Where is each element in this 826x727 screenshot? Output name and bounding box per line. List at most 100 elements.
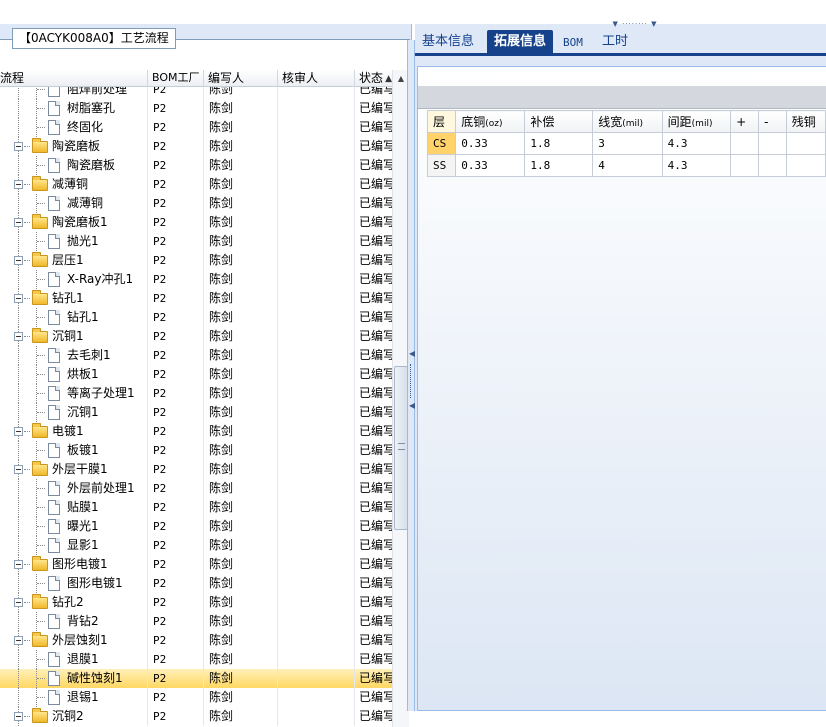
tree-folder-row[interactable]: 钻孔1 P2 陈剑 已编写 <box>0 289 392 308</box>
tree-node-cell[interactable]: 退膜1 <box>0 650 148 669</box>
layer-cell-plus[interactable] <box>730 132 760 155</box>
layer-row[interactable]: SS 0.33 1.8 4 4.3 <box>426 154 826 177</box>
tree-node-cell[interactable]: X-Ray冲孔1 <box>0 270 148 289</box>
tree-step-row[interactable]: 曝光1 P2 陈剑 已编写 <box>0 517 392 536</box>
tree-node-cell[interactable]: 背钻2 <box>0 612 148 631</box>
table-column-header[interactable]: 层 <box>426 110 457 133</box>
tree-folder-row[interactable]: 沉铜2 P2 陈剑 已编写 <box>0 707 392 726</box>
tree-node-cell[interactable]: 钻孔1 <box>0 289 148 308</box>
tree-node-cell[interactable]: 外层干膜1 <box>0 460 148 479</box>
tree-folder-row[interactable]: 沉铜1 P2 陈剑 已编写 <box>0 327 392 346</box>
tree-step-row[interactable]: 图形电镀1 P2 陈剑 已编写 <box>0 574 392 593</box>
collapse-toggle-icon[interactable] <box>14 465 23 474</box>
column-header-reviewer[interactable]: 核审人 <box>278 70 355 87</box>
tree-step-row[interactable]: 贴膜1 P2 陈剑 已编写 <box>0 498 392 517</box>
tree-folder-row[interactable]: 陶瓷磨板1 P2 陈剑 已编写 <box>0 213 392 232</box>
collapse-toggle-icon[interactable] <box>14 180 23 189</box>
tree-node-cell[interactable]: 减薄铜 <box>0 194 148 213</box>
layer-cell-layer[interactable]: CS <box>426 132 457 155</box>
tree-step-row[interactable]: 陶瓷磨板 P2 陈剑 已编写 <box>0 156 392 175</box>
tree-folder-row[interactable]: 外层干膜1 P2 陈剑 已编写 <box>0 460 392 479</box>
collapse-toggle-icon[interactable] <box>14 598 23 607</box>
tree-step-row[interactable]: 退锡1 P2 陈剑 已编写 <box>0 688 392 707</box>
tree-node-cell[interactable]: 电镀1 <box>0 422 148 441</box>
tab-bom[interactable]: BOM <box>556 31 590 54</box>
tree-step-row[interactable]: 退膜1 P2 陈剑 已编写 <box>0 650 392 669</box>
collapse-toggle-icon[interactable] <box>14 218 23 227</box>
panel-splitter[interactable]: ◀ ◀ <box>407 40 415 711</box>
layer-cell-plus[interactable] <box>730 154 760 177</box>
splitter-handle[interactable]: ◀ ◀ <box>409 350 415 454</box>
tab-extended-info[interactable]: 拓展信息 <box>487 30 554 53</box>
tree-node-cell[interactable]: 板镀1 <box>0 441 148 460</box>
layer-cell-base-copper[interactable]: 0.33 <box>455 132 526 155</box>
tree-step-row[interactable]: 阻焊前处理 P2 陈剑 已编写 <box>0 87 392 99</box>
tree-step-row[interactable]: 板镀1 P2 陈剑 已编写 <box>0 441 392 460</box>
table-column-header[interactable]: - <box>758 110 787 133</box>
tree-step-row[interactable]: 去毛刺1 P2 陈剑 已编写 <box>0 346 392 365</box>
tree-step-row[interactable]: 显影1 P2 陈剑 已编写 <box>0 536 392 555</box>
collapse-top-handle-icon[interactable]: ▼ ········ ▼ <box>605 20 665 28</box>
tree-folder-row[interactable]: 电镀1 P2 陈剑 已编写 <box>0 422 392 441</box>
tree-node-cell[interactable]: 陶瓷磨板1 <box>0 213 148 232</box>
tree-node-cell[interactable]: 终固化 <box>0 118 148 137</box>
tree-folder-row[interactable]: 减薄铜 P2 陈剑 已编写 <box>0 175 392 194</box>
table-column-header[interactable]: + <box>730 110 760 133</box>
tree-node-cell[interactable]: 沉铜1 <box>0 403 148 422</box>
collapse-toggle-icon[interactable] <box>14 142 23 151</box>
tree-step-row[interactable]: 终固化 P2 陈剑 已编写 <box>0 118 392 137</box>
collapse-toggle-icon[interactable] <box>14 560 23 569</box>
tree-node-cell[interactable]: 树脂塞孔 <box>0 99 148 118</box>
tree-node-cell[interactable]: 图形电镀1 <box>0 555 148 574</box>
collapse-toggle-icon[interactable] <box>14 332 23 341</box>
layer-cell-spacing[interactable]: 4.3 <box>661 132 732 155</box>
tree-node-cell[interactable]: 沉铜1 <box>0 327 148 346</box>
layer-row[interactable]: CS 0.33 1.8 3 4.3 <box>426 132 826 155</box>
column-header-status[interactable]: 状态 ▲ <box>355 70 392 87</box>
tree-folder-row[interactable]: 外层蚀刻1 P2 陈剑 已编写 <box>0 631 392 650</box>
collapse-toggle-icon[interactable] <box>14 256 23 265</box>
tree-step-row[interactable]: 沉铜1 P2 陈剑 已编写 <box>0 403 392 422</box>
column-header-writer[interactable]: 编写人 <box>204 70 278 87</box>
tree-step-row[interactable]: 减薄铜 P2 陈剑 已编写 <box>0 194 392 213</box>
tree-node-cell[interactable]: 陶瓷磨板 <box>0 156 148 175</box>
tree-step-row[interactable]: X-Ray冲孔1 P2 陈剑 已编写 <box>0 270 392 289</box>
table-column-header[interactable]: 补偿 <box>524 110 594 133</box>
tree-folder-row[interactable]: 钻孔2 P2 陈剑 已编写 <box>0 593 392 612</box>
tree-node-cell[interactable]: 等离子处理1 <box>0 384 148 403</box>
tree-folder-row[interactable]: 层压1 P2 陈剑 已编写 <box>0 251 392 270</box>
tree-node-cell[interactable]: 贴膜1 <box>0 498 148 517</box>
tree-node-cell[interactable]: 抛光1 <box>0 232 148 251</box>
tree-node-cell[interactable]: 陶瓷磨板 <box>0 137 148 156</box>
collapse-toggle-icon[interactable] <box>14 294 23 303</box>
tree-node-cell[interactable]: 钻孔2 <box>0 593 148 612</box>
tree-step-row[interactable]: 背钻2 P2 陈剑 已编写 <box>0 612 392 631</box>
layer-cell-line-width[interactable]: 4 <box>592 154 663 177</box>
tree-node-cell[interactable]: 去毛刺1 <box>0 346 148 365</box>
tree-node-cell[interactable]: 减薄铜 <box>0 175 148 194</box>
tree-step-row[interactable]: 钻孔1 P2 陈剑 已编写 <box>0 308 392 327</box>
layer-cell-line-width[interactable]: 3 <box>592 132 663 155</box>
tree-node-cell[interactable]: 外层前处理1 <box>0 479 148 498</box>
tree-node-cell[interactable]: 沉铜2 <box>0 707 148 726</box>
tree-node-cell[interactable]: 层压1 <box>0 251 148 270</box>
layer-cell-residual[interactable] <box>785 132 826 155</box>
tree-node-cell[interactable]: 显影1 <box>0 536 148 555</box>
tree-folder-row[interactable]: 图形电镀1 P2 陈剑 已编写 <box>0 555 392 574</box>
layer-cell-compensation[interactable]: 1.8 <box>524 132 594 155</box>
tree-node-cell[interactable]: 阻焊前处理 <box>0 87 148 99</box>
tree-step-row[interactable]: 等离子处理1 P2 陈剑 已编写 <box>0 384 392 403</box>
table-column-header[interactable]: 底铜(oz) <box>455 110 526 133</box>
tree-node-cell[interactable]: 曝光1 <box>0 517 148 536</box>
tree-step-row[interactable]: 烘板1 P2 陈剑 已编写 <box>0 365 392 384</box>
tree-node-cell[interactable]: 图形电镀1 <box>0 574 148 593</box>
tree-step-row[interactable]: 外层前处理1 P2 陈剑 已编写 <box>0 479 392 498</box>
layer-cell-compensation[interactable]: 1.8 <box>524 154 594 177</box>
table-column-header[interactable]: 间距(mil) <box>661 110 732 133</box>
layer-cell-spacing[interactable]: 4.3 <box>661 154 732 177</box>
tab-basic-info[interactable]: 基本信息 <box>415 30 481 53</box>
tree-node-cell[interactable]: 碱性蚀刻1 <box>0 669 148 688</box>
scrollbar-thumb[interactable] <box>394 366 408 530</box>
tree-node-cell[interactable]: 退锡1 <box>0 688 148 707</box>
layer-cell-minus[interactable] <box>758 154 787 177</box>
